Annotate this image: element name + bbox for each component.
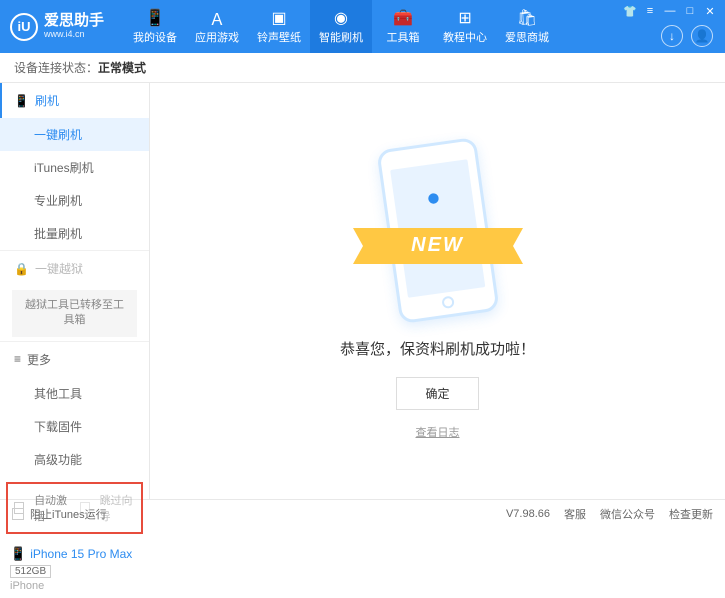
auto-activate-label: 自动激活 — [34, 492, 69, 524]
nav-toolbox[interactable]: 🧰工具箱 — [372, 0, 434, 53]
success-message: 恭喜您，保资料刷机成功啦！ — [340, 338, 535, 359]
maximize-icon[interactable]: □ — [683, 4, 697, 18]
auto-activate-checkbox[interactable] — [14, 502, 24, 514]
window-controls: 👕 ≡ — □ ✕ — [623, 4, 717, 18]
sidebar-section-more[interactable]: ≡ 更多 — [0, 342, 149, 377]
logo: iU 爱思助手 www.i4.cn — [10, 13, 104, 41]
nav-store[interactable]: 🛍爱思商城 — [496, 0, 558, 53]
menu-icon[interactable]: ≡ — [643, 4, 657, 18]
nav-ringtones[interactable]: ▣铃声壁纸 — [248, 0, 310, 53]
sidebar-item-itunes[interactable]: iTunes刷机 — [0, 151, 149, 184]
status-label: 设备连接状态： — [14, 59, 98, 76]
sidebar-item-advanced[interactable]: 高级功能 — [0, 443, 149, 476]
jailbreak-note: 越狱工具已转移至工具箱 — [12, 290, 137, 337]
ok-button[interactable]: 确定 — [396, 377, 478, 410]
app-header: iU 爱思助手 www.i4.cn 📱我的设备 Ａ应用游戏 ▣铃声壁纸 ◉智能刷… — [0, 0, 725, 53]
device-storage: 512GB — [10, 565, 51, 578]
sidebar-item-batch[interactable]: 批量刷机 — [0, 217, 149, 250]
footer-support[interactable]: 客服 — [564, 506, 586, 522]
close-icon[interactable]: ✕ — [703, 4, 717, 18]
device-name[interactable]: 📱 iPhone 15 Pro Max — [10, 546, 139, 562]
footer-wechat[interactable]: 微信公众号 — [600, 506, 655, 522]
phone-icon: 📱 — [14, 94, 29, 108]
sidebar-item-oneclick[interactable]: 一键刷机 — [0, 118, 149, 151]
nav-apps[interactable]: Ａ应用游戏 — [186, 0, 248, 53]
footer-update[interactable]: 检查更新 — [669, 506, 713, 522]
sidebar-item-other[interactable]: 其他工具 — [0, 377, 149, 410]
view-log-link[interactable]: 查看日志 — [416, 424, 460, 440]
user-icon[interactable]: 👤 — [691, 25, 713, 47]
status-value: 正常模式 — [98, 59, 146, 76]
list-icon: ≡ — [14, 352, 21, 366]
skin-icon[interactable]: 👕 — [623, 4, 637, 18]
nav-tutorials[interactable]: ⊞教程中心 — [434, 0, 496, 53]
download-icon[interactable]: ↓ — [661, 25, 683, 47]
lock-icon: 🔒 — [14, 262, 29, 276]
status-bar: 设备连接状态： 正常模式 — [0, 53, 725, 83]
wallpaper-icon: ▣ — [270, 9, 288, 27]
sidebar-item-pro[interactable]: 专业刷机 — [0, 184, 149, 217]
nav-tabs: 📱我的设备 Ａ应用游戏 ▣铃声壁纸 ◉智能刷机 🧰工具箱 ⊞教程中心 🛍爱思商城 — [124, 0, 558, 53]
app-subtitle: www.i4.cn — [44, 30, 104, 40]
device-icon: 📱 — [146, 9, 164, 27]
sidebar-item-firmware[interactable]: 下载固件 — [0, 410, 149, 443]
phone-small-icon: 📱 — [10, 546, 26, 562]
device-info: 📱 iPhone 15 Pro Max 512GB iPhone — [0, 540, 149, 598]
toolbox-icon: 🧰 — [394, 9, 412, 27]
store-icon: 🛍 — [518, 9, 536, 27]
main-content: NEW 恭喜您，保资料刷机成功啦！ 确定 查看日志 — [150, 83, 725, 499]
nav-flash[interactable]: ◉智能刷机 — [310, 0, 372, 53]
success-illustration: NEW — [353, 143, 523, 323]
minimize-icon[interactable]: — — [663, 4, 677, 18]
sidebar: 📱 刷机 一键刷机 iTunes刷机 专业刷机 批量刷机 🔒 一键越狱 越狱工具… — [0, 83, 150, 499]
flash-icon: ◉ — [332, 9, 350, 27]
skip-guide-checkbox[interactable] — [80, 502, 90, 514]
new-badge: NEW — [363, 228, 513, 264]
device-type: iPhone — [10, 580, 139, 592]
sidebar-section-jailbreak: 🔒 一键越狱 — [0, 251, 149, 286]
skip-guide-label: 跳过向导 — [100, 492, 135, 524]
logo-icon: iU — [10, 13, 38, 41]
version-label: V7.98.66 — [506, 508, 550, 520]
tutorial-icon: ⊞ — [456, 9, 474, 27]
sidebar-section-flash[interactable]: 📱 刷机 — [0, 83, 149, 118]
app-title: 爱思助手 — [44, 13, 104, 30]
apps-icon: Ａ — [208, 9, 226, 27]
options-highlight-box: 自动激活 跳过向导 — [6, 482, 143, 534]
nav-my-device[interactable]: 📱我的设备 — [124, 0, 186, 53]
